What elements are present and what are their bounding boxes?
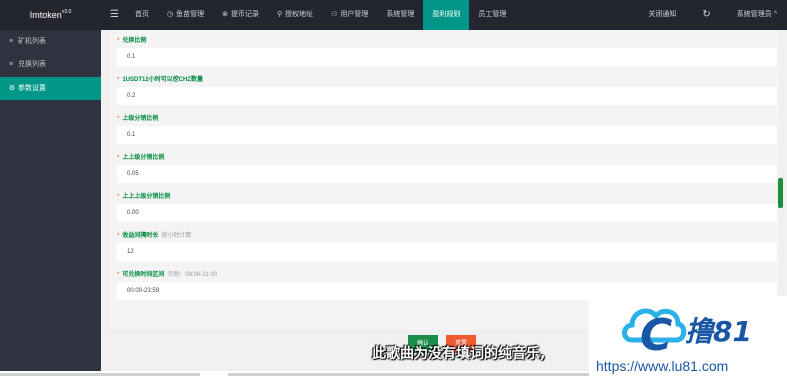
form-field: * 上上上级分销比例 0.00	[117, 190, 777, 222]
form-field: * 上级分销比例 0.1	[117, 112, 777, 144]
close-notice-link[interactable]: 关闭通知	[638, 0, 686, 30]
form-field: * 收益间隔时长 按小时计算 12	[117, 229, 777, 261]
watermark-logo-text: 撸81	[685, 315, 752, 348]
scrollbar-thumb[interactable]	[778, 178, 783, 208]
field-input[interactable]: 0.05	[117, 165, 777, 183]
form-field: * 兑换比例 0.1	[117, 34, 777, 66]
sidebar-item-label: 矿机列表	[18, 38, 46, 45]
refresh-icon[interactable]: ↻	[686, 0, 726, 30]
field-label-text: 上级分销比例	[122, 116, 159, 122]
scroll-segment	[228, 373, 589, 376]
field-hint: 示例：08:00-21:00	[167, 272, 218, 278]
field-input[interactable]: 0.2	[117, 87, 777, 105]
scroll-segment	[0, 373, 200, 376]
field-label-text: 1USDT12小时可以挖CHZ数量	[122, 77, 204, 83]
svg-text:C: C	[640, 310, 672, 358]
field-input[interactable]: 0.1	[117, 126, 777, 144]
required-marker: *	[117, 233, 120, 239]
bottom-strip	[0, 371, 589, 378]
required-marker: *	[117, 116, 120, 122]
nav-icon: ⚇	[331, 11, 338, 18]
app-logo[interactable]: Imtokenv3.0	[0, 0, 101, 30]
top-nav: 首页 ◷ 鱼苗管理 ⊗ 提币记录 ⚲ 授权地址 ⚇ 用户管理 系统管理 盈利规则 员工管理	[126, 0, 515, 30]
field-input[interactable]: 12	[117, 243, 777, 261]
field-label-text: 收益间隔时长	[122, 233, 159, 239]
sidebar: ≡ 矿机列表 ≡ 兑换列表 ⚙ 参数设置	[0, 30, 101, 378]
sidebar-item-label: 参数设置	[18, 85, 46, 92]
top-bar: Imtokenv3.0 ☰ 首页 ◷ 鱼苗管理 ⊗ 提币记录 ⚲ 授权地址 ⚇ 用户管理 系统管理…	[0, 0, 787, 30]
nav-item[interactable]: 盈利规则	[423, 0, 470, 30]
field-label-text: 上上级分销比例	[122, 155, 165, 161]
app-name: Imtoken	[29, 10, 62, 20]
sidebar-item-label: 兑换列表	[18, 61, 46, 68]
field-label: * 上上级分销比例	[117, 151, 777, 165]
settings-form: * 兑换比例 0.1 * 1USDT12小时可以挖CHZ数量 0.2 * 上级分销比例 0.1 *…	[109, 30, 779, 330]
nav-item[interactable]: ⊗ 提币记录	[213, 0, 268, 30]
field-label-text: 上上上级分销比例	[122, 194, 171, 200]
field-input[interactable]: 0.1	[117, 48, 777, 66]
nav-label: 员工管理	[478, 11, 507, 18]
required-marker: *	[117, 194, 120, 200]
nav-item[interactable]: ⚇ 用户管理	[322, 0, 377, 30]
sidebar-item[interactable]: ≡ 矿机列表	[0, 30, 101, 53]
nav-item[interactable]: ◷ 鱼苗管理	[158, 0, 213, 30]
nav-item[interactable]: 系统管理	[377, 0, 423, 30]
field-label: * 兑换比例	[117, 34, 777, 48]
nav-label: 盈利规则	[432, 11, 461, 18]
field-label-text: 可兑换时间区间	[122, 272, 165, 278]
required-marker: *	[117, 272, 120, 278]
field-label: * 可兑换时间区间 示例：08:00-21:00	[117, 268, 777, 282]
sidebar-item[interactable]: ⚙ 参数设置	[0, 77, 101, 100]
nav-label: 用户管理	[340, 11, 369, 18]
field-label-text: 兑换比例	[122, 38, 147, 44]
sidebar-icon: ≡	[9, 61, 14, 68]
form-field: * 上上级分销比例 0.05	[117, 151, 777, 183]
nav-icon: ◷	[167, 11, 174, 18]
cloud-logo-icon: C	[622, 308, 687, 358]
required-marker: *	[117, 155, 120, 161]
watermark-url: https://www.lu81.com	[596, 358, 729, 374]
sidebar-icon: ⚙	[9, 85, 16, 92]
admin-menu[interactable]: 系统管理员 ^	[727, 0, 787, 30]
nav-icon: ⊗	[222, 11, 228, 18]
nav-label: 系统管理	[386, 11, 415, 18]
field-label: * 收益间隔时长 按小时计算	[117, 229, 777, 243]
nav-label: 鱼苗管理	[176, 11, 205, 18]
menu-toggle-icon[interactable]: ☰	[110, 9, 119, 21]
nav-icon: ⚲	[276, 11, 283, 18]
nav-item[interactable]: 员工管理	[469, 0, 515, 30]
nav-label: 首页	[135, 11, 149, 18]
required-marker: *	[117, 38, 120, 44]
nav-label: 授权地址	[285, 11, 314, 18]
required-marker: *	[117, 77, 120, 83]
field-input[interactable]: 0.00	[117, 204, 777, 222]
field-label: * 上上上级分销比例	[117, 190, 777, 204]
sidebar-item[interactable]: ≡ 兑换列表	[0, 53, 101, 76]
app-version: v3.0	[61, 9, 72, 15]
nav-label: 提币记录	[230, 11, 259, 18]
field-label: * 上级分销比例	[117, 112, 777, 126]
video-caption: 此歌曲为没有填词的纯音乐,	[372, 346, 546, 362]
nav-item[interactable]: 首页	[126, 0, 158, 30]
field-hint: 按小时计算	[161, 233, 192, 239]
sidebar-icon: ≡	[9, 38, 14, 45]
nav-item[interactable]: ⚲ 授权地址	[268, 0, 322, 30]
top-right-actions: 关闭通知 ↻ 系统管理员 ^	[638, 0, 787, 30]
form-field: * 1USDT12小时可以挖CHZ数量 0.2	[117, 73, 777, 105]
field-label: * 1USDT12小时可以挖CHZ数量	[117, 73, 777, 87]
